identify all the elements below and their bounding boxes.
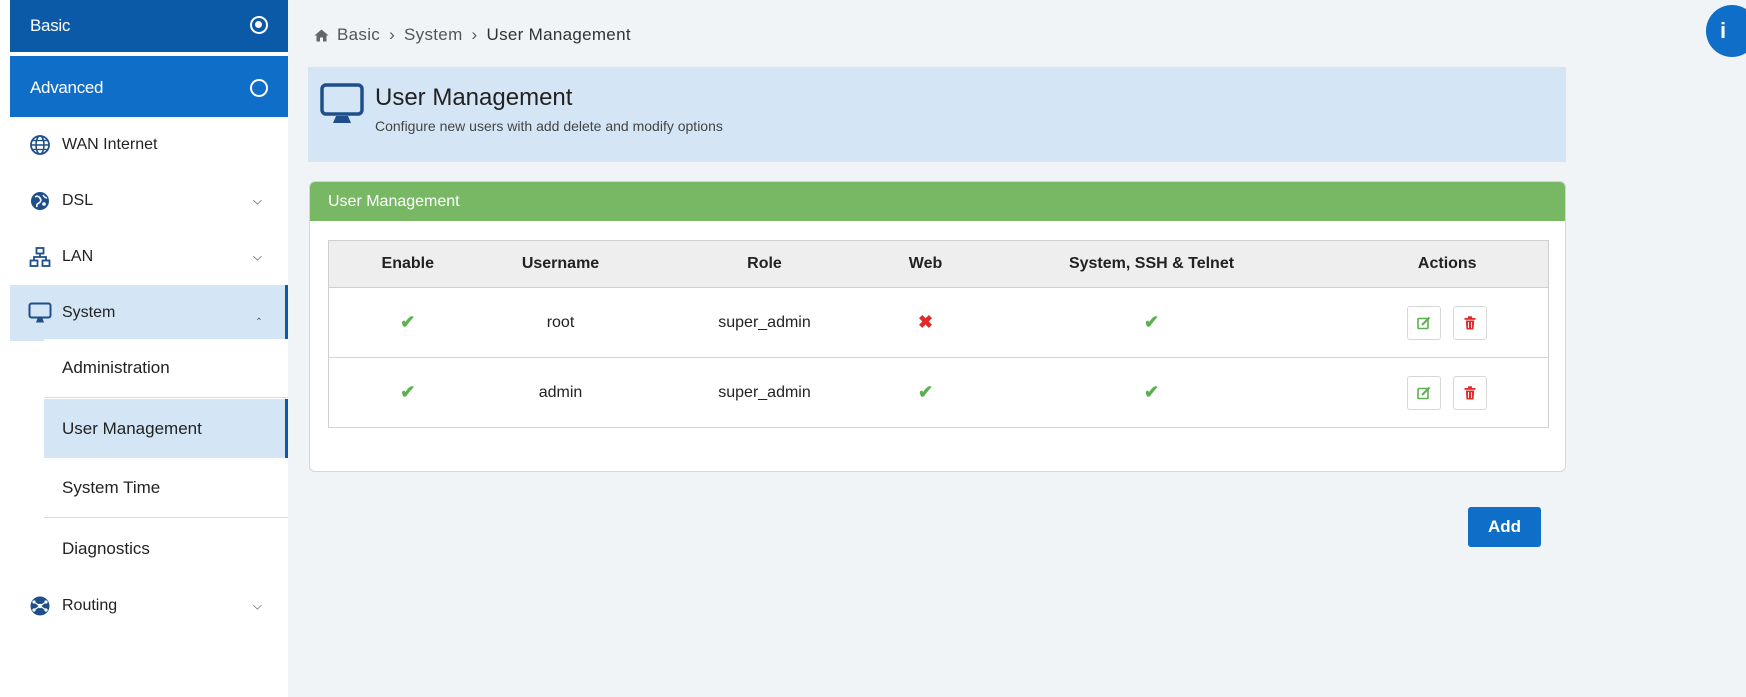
column-header-enable: Enable bbox=[328, 240, 487, 288]
breadcrumb-user-management: User Management bbox=[486, 25, 631, 44]
trash-icon bbox=[1464, 315, 1476, 329]
delete-button[interactable] bbox=[1453, 375, 1488, 410]
sidebar-sub-diagnostics[interactable]: Diagnostics bbox=[44, 519, 288, 578]
sidebar-item-system[interactable]: System ‸ bbox=[10, 285, 288, 341]
chevron-up-icon: ‸ bbox=[256, 306, 261, 320]
sidebar-sub-user-management[interactable]: User Management bbox=[44, 399, 288, 458]
info-icon[interactable]: i bbox=[1706, 5, 1746, 57]
edit-icon bbox=[1417, 316, 1431, 329]
radio-unselected-icon bbox=[250, 78, 268, 97]
page-subtitle: Configure new users with add delete and … bbox=[375, 118, 723, 134]
web-cell: ✔ bbox=[894, 357, 957, 428]
cross-icon: ✖ bbox=[917, 312, 934, 332]
mode-advanced[interactable]: Advanced bbox=[10, 56, 288, 119]
mode-basic[interactable]: Basic bbox=[10, 0, 288, 52]
add-user-button[interactable]: Add bbox=[1468, 507, 1541, 547]
routing-icon bbox=[28, 594, 52, 618]
web-cell: ✖ bbox=[894, 287, 957, 358]
delete-button[interactable] bbox=[1453, 305, 1488, 340]
page-header: User Management Configure new users with… bbox=[308, 67, 1566, 162]
enable-cell: ✔ bbox=[328, 287, 487, 358]
mode-advanced-label: Advanced bbox=[30, 77, 104, 97]
sidebar-sub-system-time[interactable]: System Time bbox=[44, 459, 288, 518]
chevron-down-icon: ⌵ bbox=[252, 193, 262, 208]
sidebar-sub-administration[interactable]: Administration bbox=[44, 339, 288, 398]
username-cell: root bbox=[486, 287, 635, 358]
table-header-row: Enable Username Role Web System, SSH & T… bbox=[328, 240, 1549, 288]
user-management-panel: User Management Enable Username Role Web… bbox=[309, 181, 1566, 472]
chevron-down-icon: ⌵ bbox=[252, 598, 262, 613]
check-icon: ✔ bbox=[400, 312, 416, 332]
breadcrumb-separator: › bbox=[389, 25, 396, 44]
panel-title: User Management bbox=[310, 182, 1565, 221]
table-row: ✔ admin super_admin ✔ ✔ bbox=[328, 357, 1549, 428]
sidebar-sub-label: System Time bbox=[62, 478, 161, 497]
sidebar: Basic Advanced WAN Internet DSL ⌵ LAN ⌵ … bbox=[0, 0, 288, 697]
sidebar-item-label: LAN bbox=[62, 248, 94, 265]
column-header-ssh-telnet: System, SSH & Telnet bbox=[956, 240, 1347, 288]
actions-cell bbox=[1346, 357, 1549, 428]
sidebar-item-label: WAN Internet bbox=[62, 136, 158, 153]
sidebar-item-label: System bbox=[62, 304, 116, 321]
dsl-globe-icon bbox=[28, 189, 52, 213]
sidebar-sub-label: User Management bbox=[62, 418, 202, 438]
sidebar-item-label: Routing bbox=[62, 597, 118, 614]
monitor-icon bbox=[28, 301, 52, 325]
role-cell: super_admin bbox=[634, 357, 895, 428]
sidebar-item-wan-internet[interactable]: WAN Internet bbox=[10, 117, 288, 173]
check-icon: ✔ bbox=[1143, 382, 1160, 402]
globe-icon bbox=[28, 133, 52, 157]
actions-cell bbox=[1346, 287, 1549, 358]
check-icon: ✔ bbox=[400, 382, 416, 402]
users-table: Enable Username Role Web System, SSH & T… bbox=[328, 240, 1549, 428]
sidebar-item-dsl[interactable]: DSL ⌵ bbox=[10, 173, 288, 229]
role-cell: super_admin bbox=[634, 287, 895, 358]
mode-basic-label: Basic bbox=[30, 16, 71, 35]
table-row: ✔ root super_admin ✖ ✔ bbox=[328, 287, 1549, 358]
check-icon: ✔ bbox=[917, 382, 934, 402]
sidebar-item-routing[interactable]: Routing ⌵ bbox=[10, 578, 288, 634]
column-header-actions: Actions bbox=[1346, 240, 1549, 288]
column-header-role: Role bbox=[634, 240, 895, 288]
edit-button[interactable] bbox=[1407, 375, 1442, 410]
trash-icon bbox=[1464, 385, 1476, 399]
sidebar-item-lan[interactable]: LAN ⌵ bbox=[10, 229, 288, 285]
page-title: User Management bbox=[375, 84, 573, 111]
chevron-down-icon: ⌵ bbox=[252, 249, 262, 264]
sidebar-sub-label: Diagnostics bbox=[62, 538, 150, 558]
breadcrumb-system[interactable]: System bbox=[404, 25, 462, 45]
monitor-icon bbox=[320, 83, 364, 130]
network-icon bbox=[28, 245, 52, 269]
radio-selected-icon bbox=[250, 16, 268, 34]
edit-icon bbox=[1417, 386, 1431, 399]
ssh-telnet-cell: ✔ bbox=[956, 287, 1347, 358]
breadcrumb: Basic › System › User Management bbox=[314, 25, 631, 45]
sidebar-sub-label: Administration bbox=[62, 358, 170, 377]
check-icon: ✔ bbox=[1143, 312, 1160, 332]
edit-button[interactable] bbox=[1407, 305, 1442, 340]
sidebar-item-label: DSL bbox=[62, 192, 94, 209]
column-header-username: Username bbox=[486, 240, 635, 288]
username-cell: admin bbox=[486, 357, 635, 428]
breadcrumb-basic[interactable]: Basic bbox=[337, 25, 380, 45]
breadcrumb-separator: › bbox=[471, 25, 478, 44]
column-header-web: Web bbox=[894, 240, 957, 288]
ssh-telnet-cell: ✔ bbox=[956, 357, 1347, 428]
home-icon[interactable] bbox=[314, 29, 329, 42]
enable-cell: ✔ bbox=[328, 357, 487, 428]
